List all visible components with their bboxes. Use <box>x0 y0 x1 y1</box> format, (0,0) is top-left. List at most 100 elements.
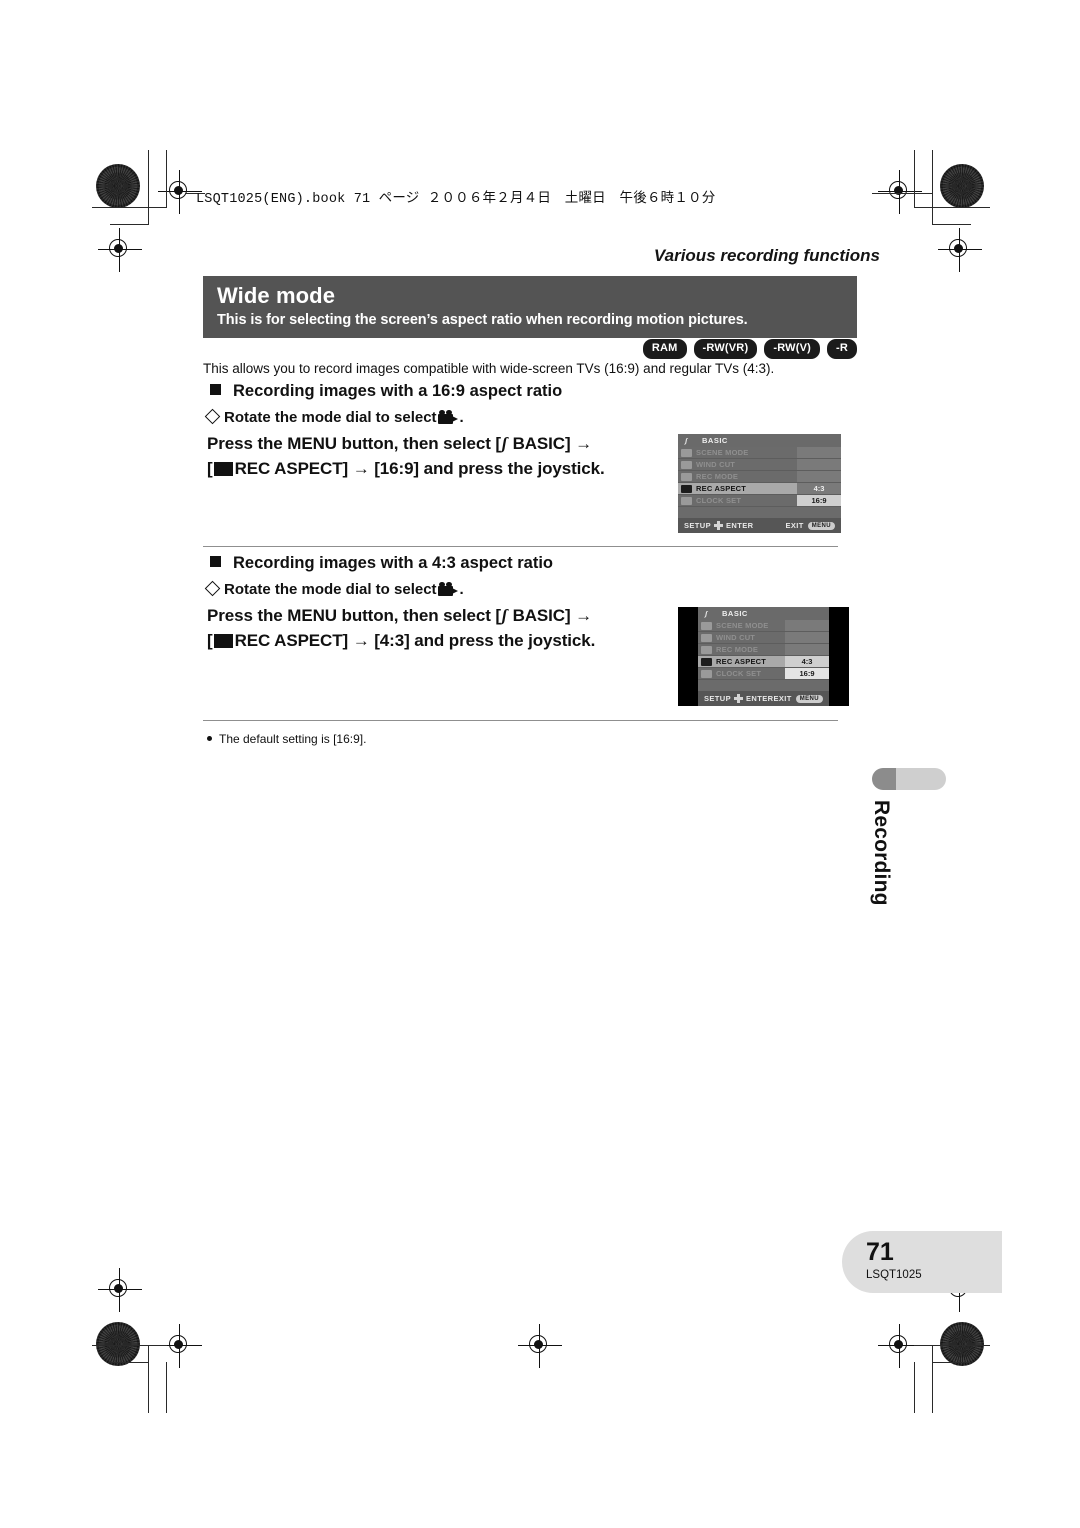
badge-ram: RAM <box>642 339 687 359</box>
crop-line <box>110 1362 149 1364</box>
rec-aspect-icon <box>213 462 233 476</box>
arrow-right-169-b: → <box>352 459 370 478</box>
lcd-menu-screenshot-43: ʃ BASIC SCENE MODE WIND CUT REC MODE REC… <box>678 607 849 706</box>
section-kicker: Various recording functions <box>653 246 880 265</box>
crop-line <box>110 224 149 226</box>
lcd-enter-label: ENTER <box>746 694 774 703</box>
lcd-row-scene-mode[interactable]: SCENE MODE <box>698 620 829 632</box>
rec-aspect-label-169: REC ASPECT] <box>234 459 349 478</box>
lcd-row-clock-set[interactable]: CLOCK SET 16:9 <box>678 495 841 507</box>
lcd-row-rec-mode[interactable]: REC MODE <box>678 471 841 483</box>
crop-line <box>932 224 971 226</box>
crop-line <box>914 150 916 208</box>
page-number: 71 <box>866 1238 894 1266</box>
lcd-row-value <box>785 632 829 644</box>
basic-menu-label-43: BASIC] <box>512 606 571 625</box>
lcd-label-text: REC MODE <box>696 472 739 481</box>
lcd-row-label: REC MODE <box>678 471 797 483</box>
dial-step-43: Rotate the mode dial to select. <box>204 580 464 598</box>
diamond-icon <box>204 580 221 597</box>
lcd-label-text: WIND CUT <box>696 460 736 469</box>
rec-aspect-value-43: [4:3] and press the joystick. <box>374 631 596 650</box>
doc-code: LSQT1025 <box>866 1269 922 1281</box>
lcd-row-label: SCENE MODE <box>678 447 797 459</box>
lcd-row-rec-aspect[interactable]: REC ASPECT 4:3 <box>698 656 829 668</box>
lcd-label-text: CLOCK SET <box>696 496 742 505</box>
joystick-icon <box>714 521 724 530</box>
registration-starburst-top-right <box>940 164 984 208</box>
book-print-line: LSQT1025(ENG).book 71 ページ ２００６年２月４日 土曜日 … <box>196 192 716 207</box>
lcd-row-label: WIND CUT <box>678 459 797 471</box>
lcd-row-value <box>785 620 829 632</box>
lcd-label-text: WIND CUT <box>716 633 756 642</box>
lcd-menu-pill: MENU <box>807 521 835 530</box>
rec-aspect-icon <box>701 657 712 666</box>
default-setting-note-text: The default setting is [16:9]. <box>219 732 367 746</box>
lcd-exit: EXIT MENU <box>785 521 835 530</box>
lcd-screen: ʃ BASIC SCENE MODE WIND CUT REC MODE REC… <box>678 434 841 533</box>
crop-line <box>914 1362 916 1413</box>
crop-line <box>148 1345 150 1413</box>
crop-line <box>932 1345 934 1413</box>
intro-paragraph: This allows you to record images compati… <box>203 361 775 376</box>
crop-line <box>166 1362 168 1413</box>
filled-square-icon <box>210 384 221 395</box>
section-heading-43: Recording images with a 4:3 aspect ratio <box>210 554 553 573</box>
page-footer-tab: 71 LSQT1025 <box>842 1231 1002 1293</box>
lcd-row-wind-cut[interactable]: WIND CUT <box>678 459 841 471</box>
basic-menu-label-169: BASIC] <box>512 434 571 453</box>
lcd-exit-label: EXIT <box>785 521 804 530</box>
lcd-row-value <box>797 459 841 471</box>
lcd-row-rec-mode[interactable]: REC MODE <box>698 644 829 656</box>
lcd-row-value-selected[interactable]: 4:3 <box>785 656 829 668</box>
lcd-setup-label: SETUP <box>704 694 732 703</box>
press-menu-text-43: Press the MENU button, then select [ <box>207 606 501 625</box>
movie-camera-icon <box>437 410 459 424</box>
crop-line <box>148 150 150 225</box>
lcd-exit: EXIT MENU <box>773 694 823 703</box>
lcd-title-label: BASIC <box>702 436 728 445</box>
clock-icon <box>701 669 712 678</box>
lcd-row-rec-aspect[interactable]: REC ASPECT 4:3 <box>678 483 841 495</box>
lcd-label-text: SCENE MODE <box>716 621 769 630</box>
lcd-row-label: REC ASPECT <box>698 656 785 668</box>
lcd-pillar-left <box>678 607 698 706</box>
lcd-row-label: CLOCK SET <box>698 668 785 680</box>
lcd-row-scene-mode[interactable]: SCENE MODE <box>678 447 841 459</box>
crop-line <box>932 1362 971 1364</box>
lcd-menu-pill: MENU <box>795 694 823 703</box>
default-setting-note: The default setting is [16:9]. <box>207 732 366 746</box>
press-menu-text-169: Press the MENU button, then select [ <box>207 434 501 453</box>
wind-cut-icon <box>681 460 692 469</box>
section-heading-43-label: Recording images with a 4:3 aspect ratio <box>233 554 554 572</box>
diamond-icon <box>204 408 221 425</box>
lcd-row-label: SCENE MODE <box>698 620 785 632</box>
lcd-row-label: CLOCK SET <box>678 495 797 507</box>
lcd-row-clock-set[interactable]: CLOCK SET 16:9 <box>698 668 829 680</box>
lcd-row-label: REC ASPECT <box>678 483 797 495</box>
arrow-right-169-a: → <box>575 434 593 453</box>
crop-line <box>914 1345 990 1347</box>
lcd-row-value <box>797 447 841 459</box>
lcd-title-bar: ʃ BASIC <box>698 607 829 620</box>
clock-icon <box>681 496 692 505</box>
lcd-row-label: WIND CUT <box>698 632 785 644</box>
media-format-badges: RAM -RW(VR) -RW(V) -R <box>642 339 857 359</box>
lcd-row-value[interactable]: 4:3 <box>797 483 841 495</box>
lcd-row-value[interactable]: 16:9 <box>785 668 829 680</box>
lcd-enter-label: ENTER <box>726 521 754 530</box>
lcd-label-text: REC ASPECT <box>716 657 767 666</box>
lcd-row-value-selected[interactable]: 16:9 <box>797 495 841 507</box>
lcd-setup-enter: SETUP ENTER <box>684 521 753 530</box>
crop-line <box>92 1345 167 1347</box>
press-menu-line1-169: Press the MENU button, then select [⁢ʃ B… <box>207 434 592 454</box>
arrow-right-43-a: → <box>575 606 593 625</box>
registration-target-top-left-b <box>98 228 142 272</box>
press-menu-line1-43: Press the MENU button, then select [⁢ʃ B… <box>207 606 592 626</box>
crop-line-top-rule-right <box>872 193 932 195</box>
page-subtitle: This is for selecting the screen’s aspec… <box>217 312 748 328</box>
section-heading-169: Recording images with a 16:9 aspect rati… <box>210 382 562 401</box>
lcd-row-wind-cut[interactable]: WIND CUT <box>698 632 829 644</box>
page-title-band: Wide mode This is for selecting the scre… <box>203 276 857 338</box>
lcd-setup-label: SETUP <box>684 521 712 530</box>
